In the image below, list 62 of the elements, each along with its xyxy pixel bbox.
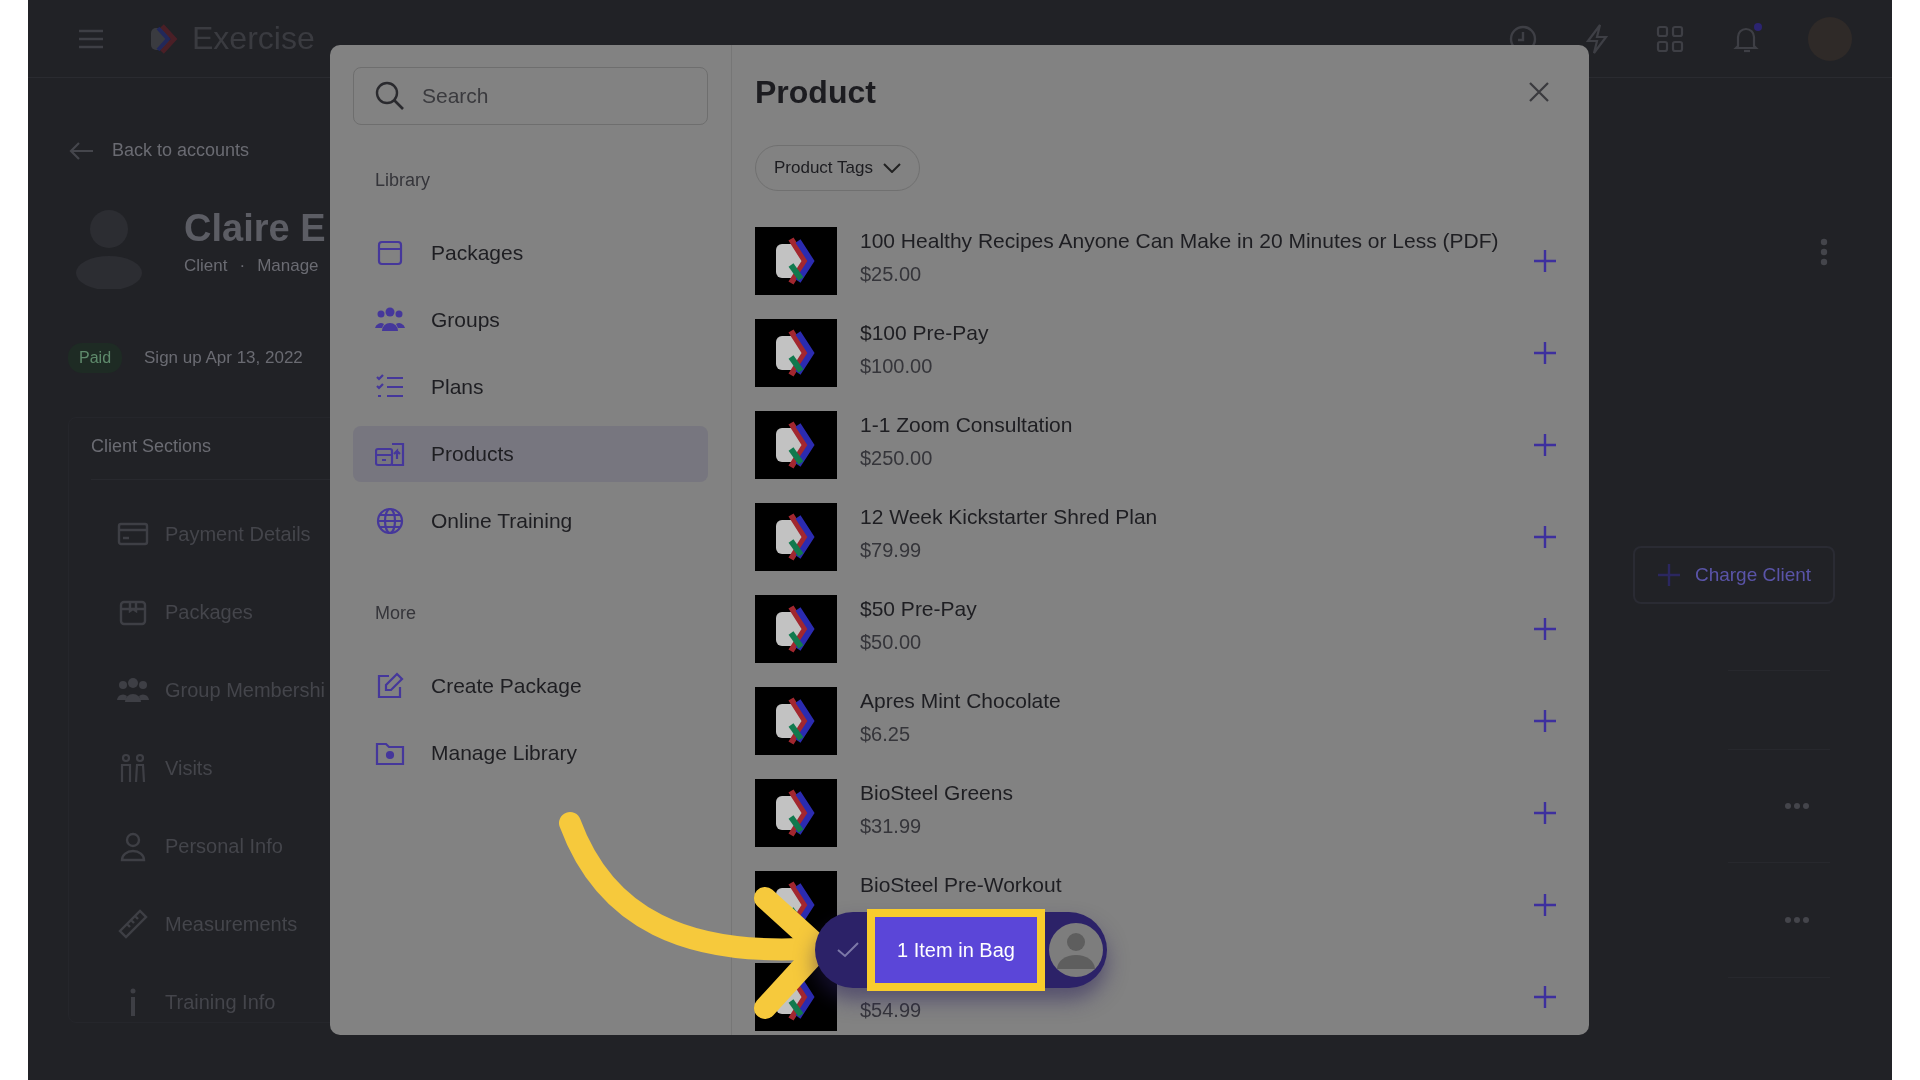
product-name: Apres Mint Chocolate: [860, 689, 1062, 713]
more-options-icon[interactable]: [1820, 238, 1828, 266]
library-item[interactable]: Online Training: [353, 493, 708, 549]
bag-button[interactable]: 1 Item in Bag: [867, 909, 1045, 991]
edit-icon: [375, 671, 405, 701]
lightning-icon[interactable]: [1584, 22, 1610, 55]
client-role: Client: [184, 256, 228, 276]
add-icon[interactable]: [1533, 525, 1557, 549]
product-name: 1-1 Zoom Consultation: [860, 413, 1074, 437]
grid-icon[interactable]: [1656, 24, 1684, 53]
add-icon[interactable]: [1533, 433, 1557, 457]
status-tag: Paid: [68, 343, 123, 373]
client-name: Claire E: [184, 207, 326, 250]
product-price: $31.99: [860, 815, 923, 838]
back-link[interactable]: Back to accounts: [112, 140, 250, 161]
product-price: $50.00: [860, 631, 923, 654]
close-icon[interactable]: [1528, 81, 1550, 103]
product-name: 12 Week Kickstarter Shred Plan: [860, 505, 1159, 529]
library-item[interactable]: Packages: [353, 225, 708, 281]
chevron-down-icon: [882, 163, 901, 173]
search-icon: [375, 81, 405, 111]
library-item[interactable]: Manage Library: [353, 725, 708, 781]
library-item[interactable]: Plans: [353, 359, 708, 415]
product-price: $250.00: [860, 447, 934, 470]
more-options-icon[interactable]: [1784, 802, 1810, 810]
add-icon[interactable]: [1533, 709, 1557, 733]
search-field[interactable]: Search: [353, 67, 708, 125]
product-price: $79.99: [860, 539, 923, 562]
section-heading: Library: [375, 170, 432, 191]
add-icon[interactable]: [1533, 249, 1557, 273]
product-name: 100 Healthy Recipes Anyone Can Make in 20 Minutes or Less (PDF): [860, 229, 1500, 253]
charge-client-button[interactable]: Charge Client: [1633, 546, 1835, 604]
add-icon[interactable]: [1533, 985, 1557, 1009]
avatar-icon: [1049, 923, 1103, 977]
check-icon: [837, 942, 859, 958]
ruler-icon[interactable]: [117, 908, 149, 940]
back-arrow-icon[interactable]: [68, 140, 94, 161]
library-item[interactable]: Products: [353, 426, 708, 482]
product-name: $50 Pre-Pay: [860, 597, 978, 621]
library-item[interactable]: Groups: [353, 292, 708, 348]
globe-icon: [375, 506, 405, 536]
separator: ·: [239, 256, 246, 276]
product-name: $100 Pre-Pay: [860, 321, 990, 345]
box-icon: [375, 238, 405, 268]
more-options-icon[interactable]: [1784, 916, 1810, 924]
product-price: $6.25: [860, 723, 912, 746]
library-item[interactable]: Create Package: [353, 658, 708, 714]
menu-icon[interactable]: [78, 28, 104, 49]
product-price: $25.00: [860, 263, 923, 286]
add-icon[interactable]: [1533, 341, 1557, 365]
plus-icon: [1656, 563, 1681, 587]
add-icon[interactable]: [1533, 801, 1557, 825]
manage-link[interactable]: Manage: [257, 256, 319, 276]
add-icon[interactable]: [1533, 893, 1557, 917]
product-price: $54.99: [860, 999, 923, 1022]
add-icon[interactable]: [1533, 617, 1557, 641]
dialog-title: Product: [755, 73, 876, 111]
product-price: $100.00: [860, 355, 934, 378]
signup-tag: Sign up Apr 13, 2022: [144, 348, 303, 368]
section-heading: More: [375, 603, 417, 624]
product-name: BioSteel Greens: [860, 781, 1014, 805]
product-name: BioSteel Pre-Workout: [860, 873, 1063, 897]
